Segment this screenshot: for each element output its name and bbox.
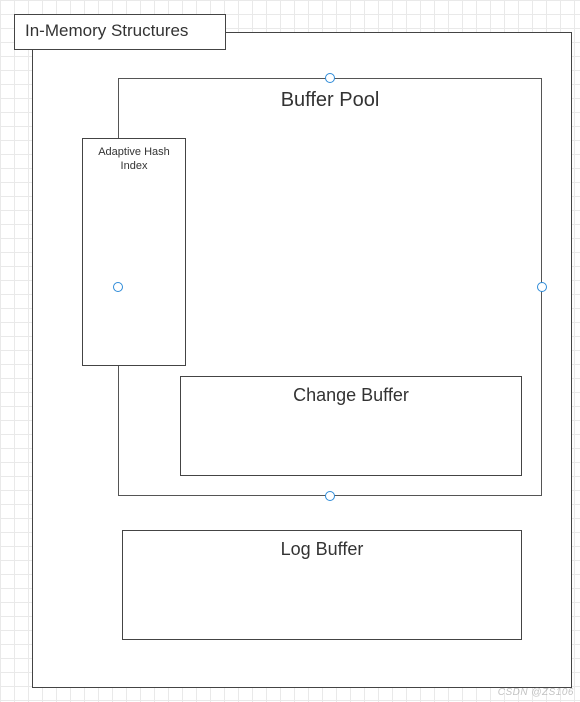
buffer-pool-label: Buffer Pool xyxy=(119,79,541,112)
selection-handle-top[interactable] xyxy=(325,73,335,83)
box-change-buffer[interactable]: Change Buffer xyxy=(180,376,522,476)
selection-handle-bottom[interactable] xyxy=(325,491,335,501)
diagram-canvas[interactable]: In-Memory Structures Buffer Pool Adaptiv… xyxy=(0,0,580,702)
log-buffer-label: Log Buffer xyxy=(123,531,521,560)
selection-handle-left[interactable] xyxy=(113,282,123,292)
group-title-label: In-Memory Structures xyxy=(15,15,225,47)
group-title-box[interactable]: In-Memory Structures xyxy=(14,14,226,50)
change-buffer-label: Change Buffer xyxy=(181,377,521,406)
watermark-text: CSDN @ZS106 xyxy=(498,687,574,698)
selection-handle-right[interactable] xyxy=(537,282,547,292)
box-log-buffer[interactable]: Log Buffer xyxy=(122,530,522,640)
adaptive-hash-label: Adaptive HashIndex xyxy=(83,139,185,174)
box-adaptive-hash-index[interactable]: Adaptive HashIndex xyxy=(82,138,186,366)
